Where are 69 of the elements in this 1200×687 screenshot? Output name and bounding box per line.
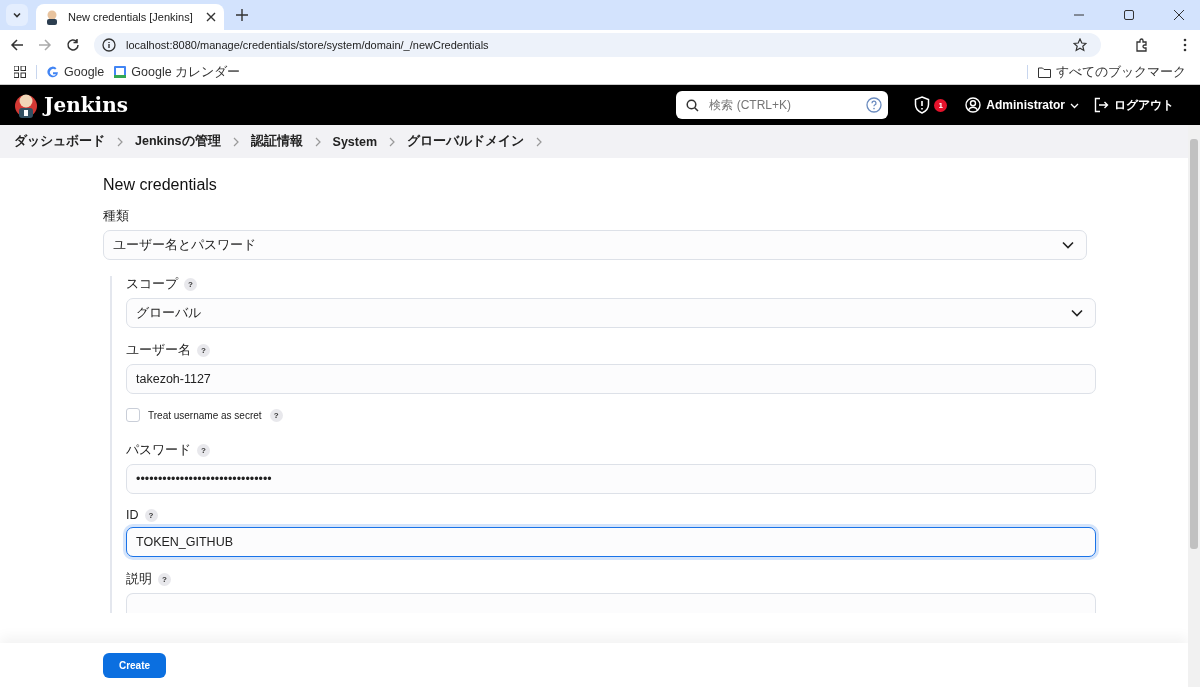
page-title: New credentials <box>103 176 218 194</box>
folder-icon <box>1038 66 1051 78</box>
scope-select[interactable]: グローバル <box>126 298 1096 328</box>
breadcrumb-link[interactable]: 認証情報 <box>250 133 303 150</box>
chevron-down-icon <box>1062 241 1074 249</box>
create-button[interactable]: Create <box>103 652 166 678</box>
chevron-right-icon <box>314 136 321 147</box>
new-tab-icon[interactable] <box>236 9 248 21</box>
search-field[interactable]: 検索 (CTRL+K) <box>707 97 859 113</box>
bookmark-item[interactable]: Google <box>47 65 105 79</box>
browser-tab[interactable]: New credentials [Jenkins] <box>36 4 224 30</box>
close-icon[interactable] <box>1174 10 1184 20</box>
puzzle-icon[interactable] <box>1135 38 1149 52</box>
field-label: 説明 <box>126 571 152 588</box>
help-button[interactable]: ? <box>144 508 158 522</box>
info-icon <box>102 38 116 52</box>
more-icon[interactable] <box>1183 38 1187 52</box>
user-menu[interactable]: Administrator <box>965 97 1079 113</box>
address-bar[interactable]: localhost:8080/manage/credentials/store/system/domain/_/newCredentials <box>94 33 1101 57</box>
chevron-right-icon <box>536 136 543 147</box>
search-bar[interactable]: 検索 (CTRL+K) <box>676 91 889 119</box>
logout-icon <box>1093 97 1109 113</box>
jenkins-logo-text[interactable]: Jenkins <box>44 93 128 117</box>
breadcrumb-link[interactable]: Jenkinsの管理 <box>135 133 221 150</box>
help-button[interactable]: ? <box>184 278 197 291</box>
help-button[interactable]: ? <box>269 408 283 422</box>
chevron-right-icon <box>232 136 239 147</box>
field-label: 種類 <box>103 208 129 225</box>
shield-alert-icon[interactable] <box>914 96 931 114</box>
search-icon <box>686 98 700 112</box>
maximize-icon[interactable] <box>1124 10 1134 20</box>
help-button[interactable]: ? <box>197 344 210 357</box>
breadcrumb-link[interactable]: ダッシュボード <box>14 133 105 150</box>
star-icon[interactable] <box>1073 38 1087 52</box>
butler-icon <box>44 9 60 25</box>
google-g-icon <box>47 66 59 78</box>
apps-icon[interactable] <box>14 66 26 78</box>
field-label: スコープ <box>126 276 178 293</box>
input-field[interactable]: takezoh-1127 <box>126 364 1096 394</box>
kind-select[interactable]: ユーザー名とパスワード <box>103 230 1087 260</box>
help-button[interactable]: ? <box>158 573 171 586</box>
tab-title: New credentials [Jenkins] <box>68 11 194 23</box>
bookmark-item[interactable]: Google カレンダー <box>114 63 241 81</box>
breadcrumb-link[interactable]: グローバルドメイン <box>407 133 525 150</box>
chevron-right-icon <box>117 136 123 147</box>
chevron-down-icon <box>1071 309 1083 317</box>
alert-count-badge[interactable]: 1 <box>934 98 948 112</box>
breadcrumb-link[interactable]: System <box>332 134 378 149</box>
input-field[interactable]: TOKEN_GITHUB <box>126 527 1096 557</box>
description-field[interactable] <box>126 593 1096 613</box>
help-button[interactable]: ? <box>197 444 210 457</box>
tab-list-button[interactable] <box>6 4 28 26</box>
back-icon[interactable] <box>10 38 24 52</box>
input-field[interactable]: ••••••••••••••••••••••••••••••• <box>126 464 1096 494</box>
all-bookmarks-item[interactable]: すべてのブックマーク <box>1038 63 1186 81</box>
field-label: パスワード <box>126 442 191 459</box>
calendar-icon <box>114 66 127 78</box>
user-avatar-icon <box>965 97 982 113</box>
reload-icon[interactable] <box>66 38 80 52</box>
logout-link[interactable]: ログアウト <box>1093 96 1174 114</box>
help-icon[interactable] <box>866 97 883 113</box>
checkbox[interactable] <box>126 408 140 422</box>
checkbox-label[interactable]: Treat username as secret <box>148 409 262 421</box>
chevron-down-icon <box>12 10 22 20</box>
chevron-right-icon <box>389 136 396 147</box>
field-label: ID <box>126 508 139 522</box>
close-icon[interactable] <box>206 12 216 22</box>
field-label: ユーザー名 <box>126 342 191 359</box>
scrollbar[interactable] <box>1188 125 1200 687</box>
